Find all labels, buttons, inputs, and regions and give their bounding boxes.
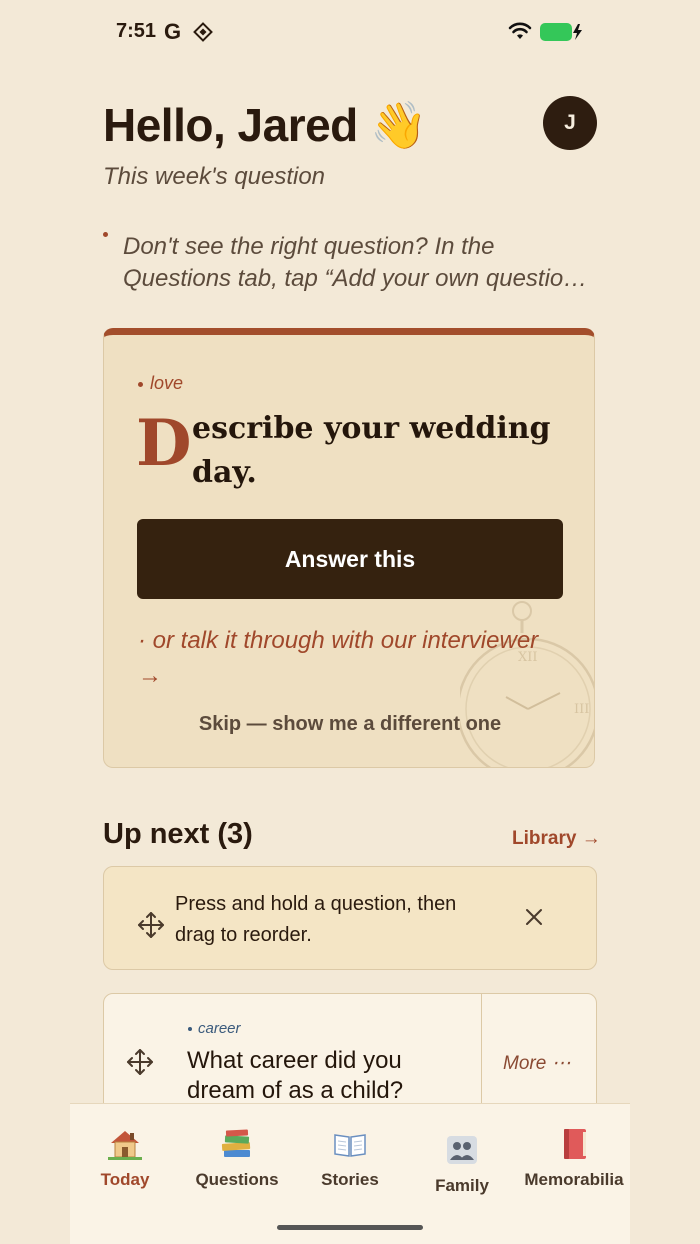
battery-charging-icon <box>540 23 582 41</box>
tab-today[interactable]: Today <box>70 1128 180 1190</box>
diamond-icon <box>193 22 213 42</box>
open-book-icon <box>334 1134 366 1157</box>
wifi-icon <box>508 22 532 39</box>
avatar[interactable]: J <box>543 96 597 150</box>
question-tag: love <box>138 373 183 394</box>
house-icon <box>108 1131 142 1160</box>
skip-question-button[interactable]: Skip — show me a different one <box>104 713 594 736</box>
tab-bar: Today Questions Stories Family Memorabil… <box>70 1103 630 1244</box>
reorder-hint-card: Press and hold a question, then drag to … <box>103 866 597 970</box>
tab-label: Family <box>435 1176 489 1195</box>
interviewer-link[interactable]: · or talk it through with our interviewe… <box>138 623 568 693</box>
question-drop-cap: D <box>136 406 192 481</box>
drag-handle-icon[interactable] <box>126 1048 154 1076</box>
question-title: escribe your wedding day. <box>192 411 551 490</box>
tab-label: Memorabilia <box>524 1170 624 1189</box>
tab-label: Questions <box>195 1170 279 1189</box>
greeting-title: Hello, Jared 👋 <box>103 99 427 151</box>
books-icon <box>221 1129 251 1157</box>
answer-this-button[interactable]: Answer this <box>137 519 563 599</box>
move-arrows-icon <box>138 912 164 938</box>
library-link[interactable]: Library → <box>512 828 601 850</box>
tab-questions[interactable]: Questions <box>182 1128 292 1190</box>
queue-item-tag: career <box>188 1020 241 1037</box>
tip-line-2: Questions tab, tap “Add your own questio… <box>123 265 588 292</box>
week-question-label: This week's question <box>103 163 326 190</box>
tip-text: Don't see the right question? In the Que… <box>123 231 593 295</box>
home-indicator[interactable] <box>277 1225 423 1230</box>
tip-bullet <box>103 232 108 237</box>
tab-stories[interactable]: Stories <box>295 1128 405 1190</box>
tab-label: Today <box>100 1170 150 1189</box>
close-icon[interactable] <box>524 907 544 927</box>
up-next-title: Up next (3) <box>103 818 253 850</box>
queue-item-question: What career did you dream of as a child? <box>187 1047 404 1104</box>
more-button[interactable]: More ⋯ <box>503 1052 571 1075</box>
google-icon: G <box>164 19 182 44</box>
red-book-icon <box>564 1129 586 1159</box>
question-card: XII III love D escribe your wedding day.… <box>103 328 595 768</box>
tab-family[interactable]: Family <box>407 1134 517 1196</box>
reorder-hint-text: Press and hold a question, then drag to … <box>175 893 457 946</box>
status-time: 7:51 <box>116 20 157 42</box>
family-icon <box>447 1136 477 1164</box>
tab-memorabilia[interactable]: Memorabilia <box>519 1128 629 1190</box>
tip-line-1: Don't see the right question? In the <box>123 233 495 260</box>
tab-label: Stories <box>321 1170 379 1189</box>
